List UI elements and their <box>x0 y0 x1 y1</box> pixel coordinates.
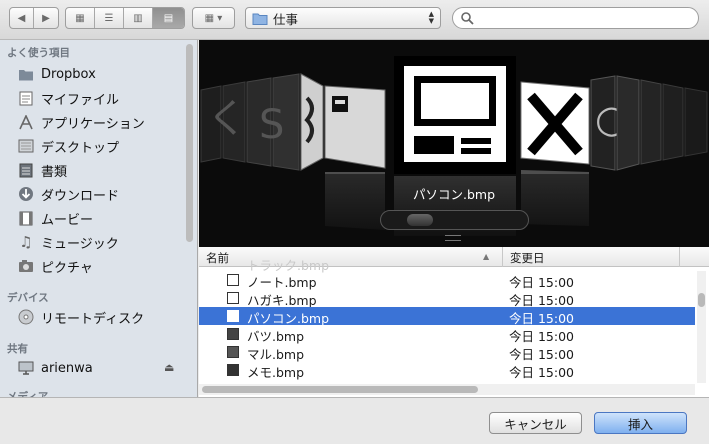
coverflow-right-stack: ○ <box>520 75 708 171</box>
coverflow-center-tile <box>394 56 516 174</box>
sidebar-item-label: アプリケーション <box>41 116 145 132</box>
sidebar-item-label: ムービー <box>41 212 94 228</box>
grid-icon: ▦ ▾ <box>204 12 223 24</box>
search-icon <box>461 11 474 25</box>
sidebar-item-arienwa[interactable]: arienwa <box>17 357 93 379</box>
sidebar-item-label: マイファイル <box>41 92 120 108</box>
coverflow-view-button[interactable]: ▤ <box>153 8 184 28</box>
folder-icon <box>252 13 268 25</box>
movie-icon <box>17 210 35 226</box>
sidebar-item-remote-disc[interactable]: リモートディスク <box>17 306 144 328</box>
sidebar-item-movies[interactable]: ムービー <box>17 207 93 229</box>
search-field[interactable] <box>452 7 699 29</box>
column-view-button[interactable]: ▥ <box>124 8 153 28</box>
desktop-icon <box>17 138 35 154</box>
camera-icon <box>17 258 35 274</box>
chevron-right-icon: ▶ <box>42 12 50 24</box>
eject-icon[interactable]: ⏏ <box>164 361 174 374</box>
sidebar-item-music[interactable]: ♫ ミュージック <box>17 231 119 253</box>
sidebar-item-pictures[interactable]: ピクチャ <box>17 255 93 277</box>
sidebar-item-downloads[interactable]: ダウンロード <box>17 183 119 205</box>
bmp-file-icon <box>227 346 239 358</box>
folder-icon <box>17 66 35 82</box>
list-view-icon: ☰ <box>104 12 114 24</box>
download-icon <box>17 186 35 202</box>
sidebar-item-label: ピクチャ <box>41 260 93 276</box>
coverflow-view[interactable]: く S ○ パソコン.bmp <box>199 40 709 247</box>
icon-view-icon: ▦ <box>75 12 85 24</box>
sidebar-item-applications[interactable]: アプリケーション <box>17 111 145 133</box>
list-item-selected[interactable]: パソコン.bmp 今日 15:00 <box>199 307 695 326</box>
path-popup[interactable]: 仕事 ▲ ▼ <box>245 7 441 29</box>
view-switcher: ▦ ☰ ▥ ▤ <box>65 7 185 29</box>
coverflow-title: パソコン.bmp <box>412 187 496 202</box>
list-item[interactable]: トラック.bmp <box>199 254 695 273</box>
computer-icon <box>17 360 35 376</box>
bmp-file-icon <box>227 310 239 322</box>
sidebar-scrollbar[interactable] <box>186 44 193 242</box>
music-icon: ♫ <box>19 233 33 251</box>
resize-grip[interactable] <box>445 235 461 241</box>
coverflow-scrollbar[interactable] <box>380 210 529 230</box>
sidebar-item-label: リモートディスク <box>41 311 145 327</box>
arrange-button[interactable]: ▦ ▾ <box>192 7 235 29</box>
back-button[interactable]: ◀ <box>10 8 34 28</box>
sidebar-item-label: 書類 <box>41 164 68 180</box>
sidebar-item-label: ミュージック <box>41 236 119 252</box>
sidebar-item-label: arienwa <box>41 360 93 376</box>
sidebar-item-documents[interactable]: 書類 <box>17 159 67 181</box>
document-icon <box>17 90 35 106</box>
chevron-left-icon: ◀ <box>17 12 26 24</box>
sidebar-item-desktop[interactable]: デスクトップ <box>17 135 119 157</box>
list-vertical-scrollbar[interactable] <box>697 271 706 383</box>
disc-icon <box>17 309 35 325</box>
cancel-button[interactable]: キャンセル <box>489 412 582 434</box>
coverflow-scroll-thumb[interactable] <box>407 214 433 226</box>
search-input[interactable] <box>478 11 678 25</box>
list-horizontal-scrollbar[interactable] <box>199 384 695 395</box>
bmp-file-icon <box>227 292 239 304</box>
sidebar-item-my-files[interactable]: マイファイル <box>17 87 119 109</box>
bmp-file-icon <box>227 364 239 376</box>
devices-header: デバイス <box>7 292 49 304</box>
horizontal-scroll-thumb[interactable] <box>202 386 478 393</box>
updown-arrows-icon: ▲ ▼ <box>428 10 434 25</box>
forward-button[interactable]: ▶ <box>34 8 58 28</box>
file-date: 今日 15:00 <box>509 365 574 380</box>
bmp-file-icon <box>227 274 239 286</box>
shared-header: 共有 <box>7 343 28 355</box>
list-item[interactable]: メモ.bmp 今日 15:00 <box>199 361 695 380</box>
vertical-scroll-thumb[interactable] <box>698 293 705 307</box>
list-item[interactable]: ハガキ.bmp 今日 15:00 <box>199 289 695 308</box>
documents-icon <box>17 162 35 178</box>
sidebar-item-dropbox[interactable]: Dropbox <box>17 63 96 85</box>
media-header: メディア <box>7 391 49 397</box>
insert-button[interactable]: 挿入 <box>594 412 687 434</box>
dialog-footer: キャンセル 挿入 <box>0 397 709 444</box>
applications-icon <box>17 114 35 130</box>
toolbar: ◀ ▶ ▦ ☰ ▥ ▤ ▦ ▾ 仕事 ▲ ▼ <box>0 0 709 40</box>
sidebar-item-label: デスクトップ <box>41 140 120 156</box>
list-view-button[interactable]: ☰ <box>95 8 124 28</box>
nav-buttons: ◀ ▶ <box>9 7 59 29</box>
list-item[interactable]: マル.bmp 今日 15:00 <box>199 343 695 362</box>
sidebar-item-label: ダウンロード <box>41 188 120 204</box>
coverflow-left-stack: く S <box>200 73 386 171</box>
list-item[interactable]: バツ.bmp 今日 15:00 <box>199 325 695 344</box>
icon-view-button[interactable]: ▦ <box>66 8 95 28</box>
svg-text:く: く <box>207 96 247 142</box>
coverflow-view-icon: ▤ <box>163 12 174 24</box>
column-view-icon: ▥ <box>133 12 143 24</box>
list-item[interactable]: ノート.bmp 今日 15:00 <box>199 271 695 290</box>
svg-text:S: S <box>259 102 284 148</box>
favorites-header: よく使う項目 <box>7 47 70 59</box>
file-list: 名前 ▲ 変更日 トラック.bmp ノート.bmp 今日 15:00 ハガキ.b… <box>199 247 709 397</box>
path-label: 仕事 <box>273 11 299 27</box>
sidebar: よく使う項目 Dropbox マイファイル アプリケーション デスクトップ 書類… <box>0 40 198 397</box>
sidebar-item-label: Dropbox <box>41 66 96 82</box>
bmp-file-icon <box>227 328 239 340</box>
file-name: メモ.bmp <box>247 365 305 380</box>
